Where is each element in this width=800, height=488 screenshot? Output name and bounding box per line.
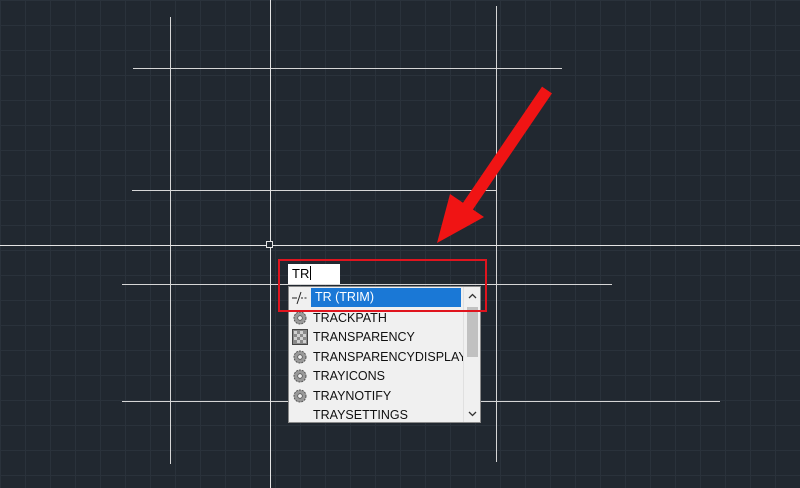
list-item[interactable]: TRAYNOTIFY xyxy=(289,386,463,406)
transparency-icon xyxy=(291,328,309,346)
drawing-line xyxy=(132,190,496,191)
list-item[interactable]: TRAYSETTINGS xyxy=(289,405,463,422)
chevron-down-icon xyxy=(468,411,476,416)
drawing-line xyxy=(496,6,497,462)
list-item-label: TRACKPATH xyxy=(313,310,387,325)
scroll-down-button[interactable] xyxy=(464,405,480,422)
scroll-thumb[interactable] xyxy=(467,307,478,357)
list-item-label: TRAYSETTINGS xyxy=(313,407,408,422)
drawing-line xyxy=(133,68,562,69)
list-item[interactable]: TRAYICONS xyxy=(289,367,463,387)
list-item-label: TRANSPARENCYDISPLAY xyxy=(313,349,467,364)
gear-icon xyxy=(291,367,309,385)
gear-icon xyxy=(291,348,309,366)
list-item-label: TRAYICONS xyxy=(313,369,385,384)
cursor-pickbox xyxy=(266,241,273,248)
list-item-label: TRANSPARENCY xyxy=(313,330,415,345)
cursor-crosshair-horizontal xyxy=(0,245,800,246)
blank-icon xyxy=(291,406,309,422)
gear-icon xyxy=(291,387,309,405)
drawing-line xyxy=(170,17,171,464)
list-item[interactable]: TRANSPARENCYDISPLAY xyxy=(289,347,467,367)
red-highlight-box xyxy=(278,259,487,312)
list-item[interactable]: TRANSPARENCY xyxy=(289,328,463,348)
list-item-label: TRAYNOTIFY xyxy=(313,388,392,403)
